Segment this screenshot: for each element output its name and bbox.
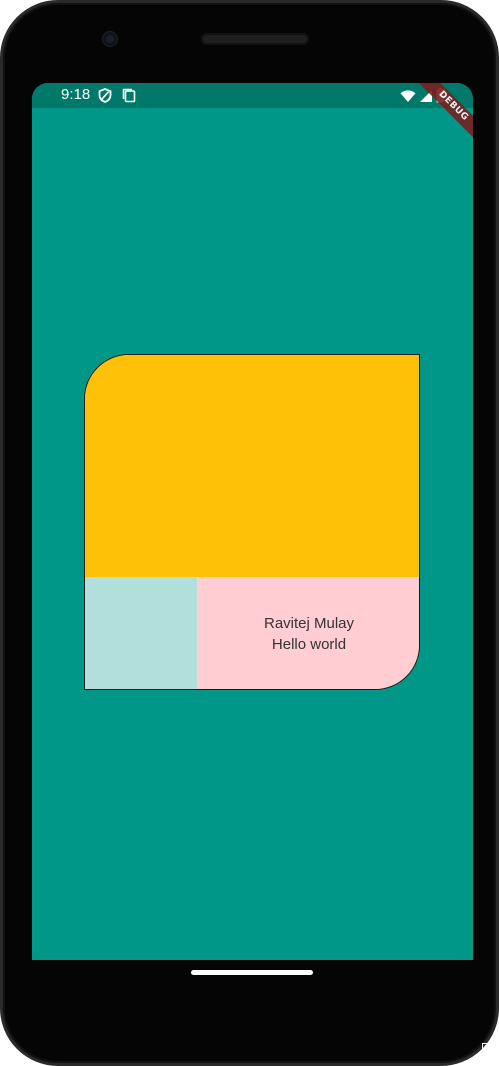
clipboard-icon (122, 88, 136, 103)
earpiece-speaker (201, 33, 309, 45)
card-subtitle: Hello world (271, 636, 347, 653)
profile-card: Ravitej Mulay Hello world (84, 354, 420, 690)
app-screen: 9:18 DEBUG Ravitej Mulay Hello world (32, 83, 473, 960)
shield-icon (98, 88, 112, 103)
card-top-panel (85, 355, 419, 577)
wifi-icon (400, 89, 416, 102)
front-camera (103, 32, 117, 46)
card-bottom-right-panel: Ravitej Mulay Hello world (197, 577, 419, 689)
status-time: 9:18 (61, 86, 91, 103)
status-bar: 9:18 (32, 83, 473, 108)
phone-frame: 9:18 DEBUG Ravitej Mulay Hello world (0, 0, 499, 1066)
screenshot-corner-icon (482, 1043, 494, 1055)
gesture-nav-handle[interactable] (191, 970, 313, 975)
card-name: Ravitej Mulay (263, 615, 355, 632)
card-bottom-left-panel (85, 577, 197, 689)
